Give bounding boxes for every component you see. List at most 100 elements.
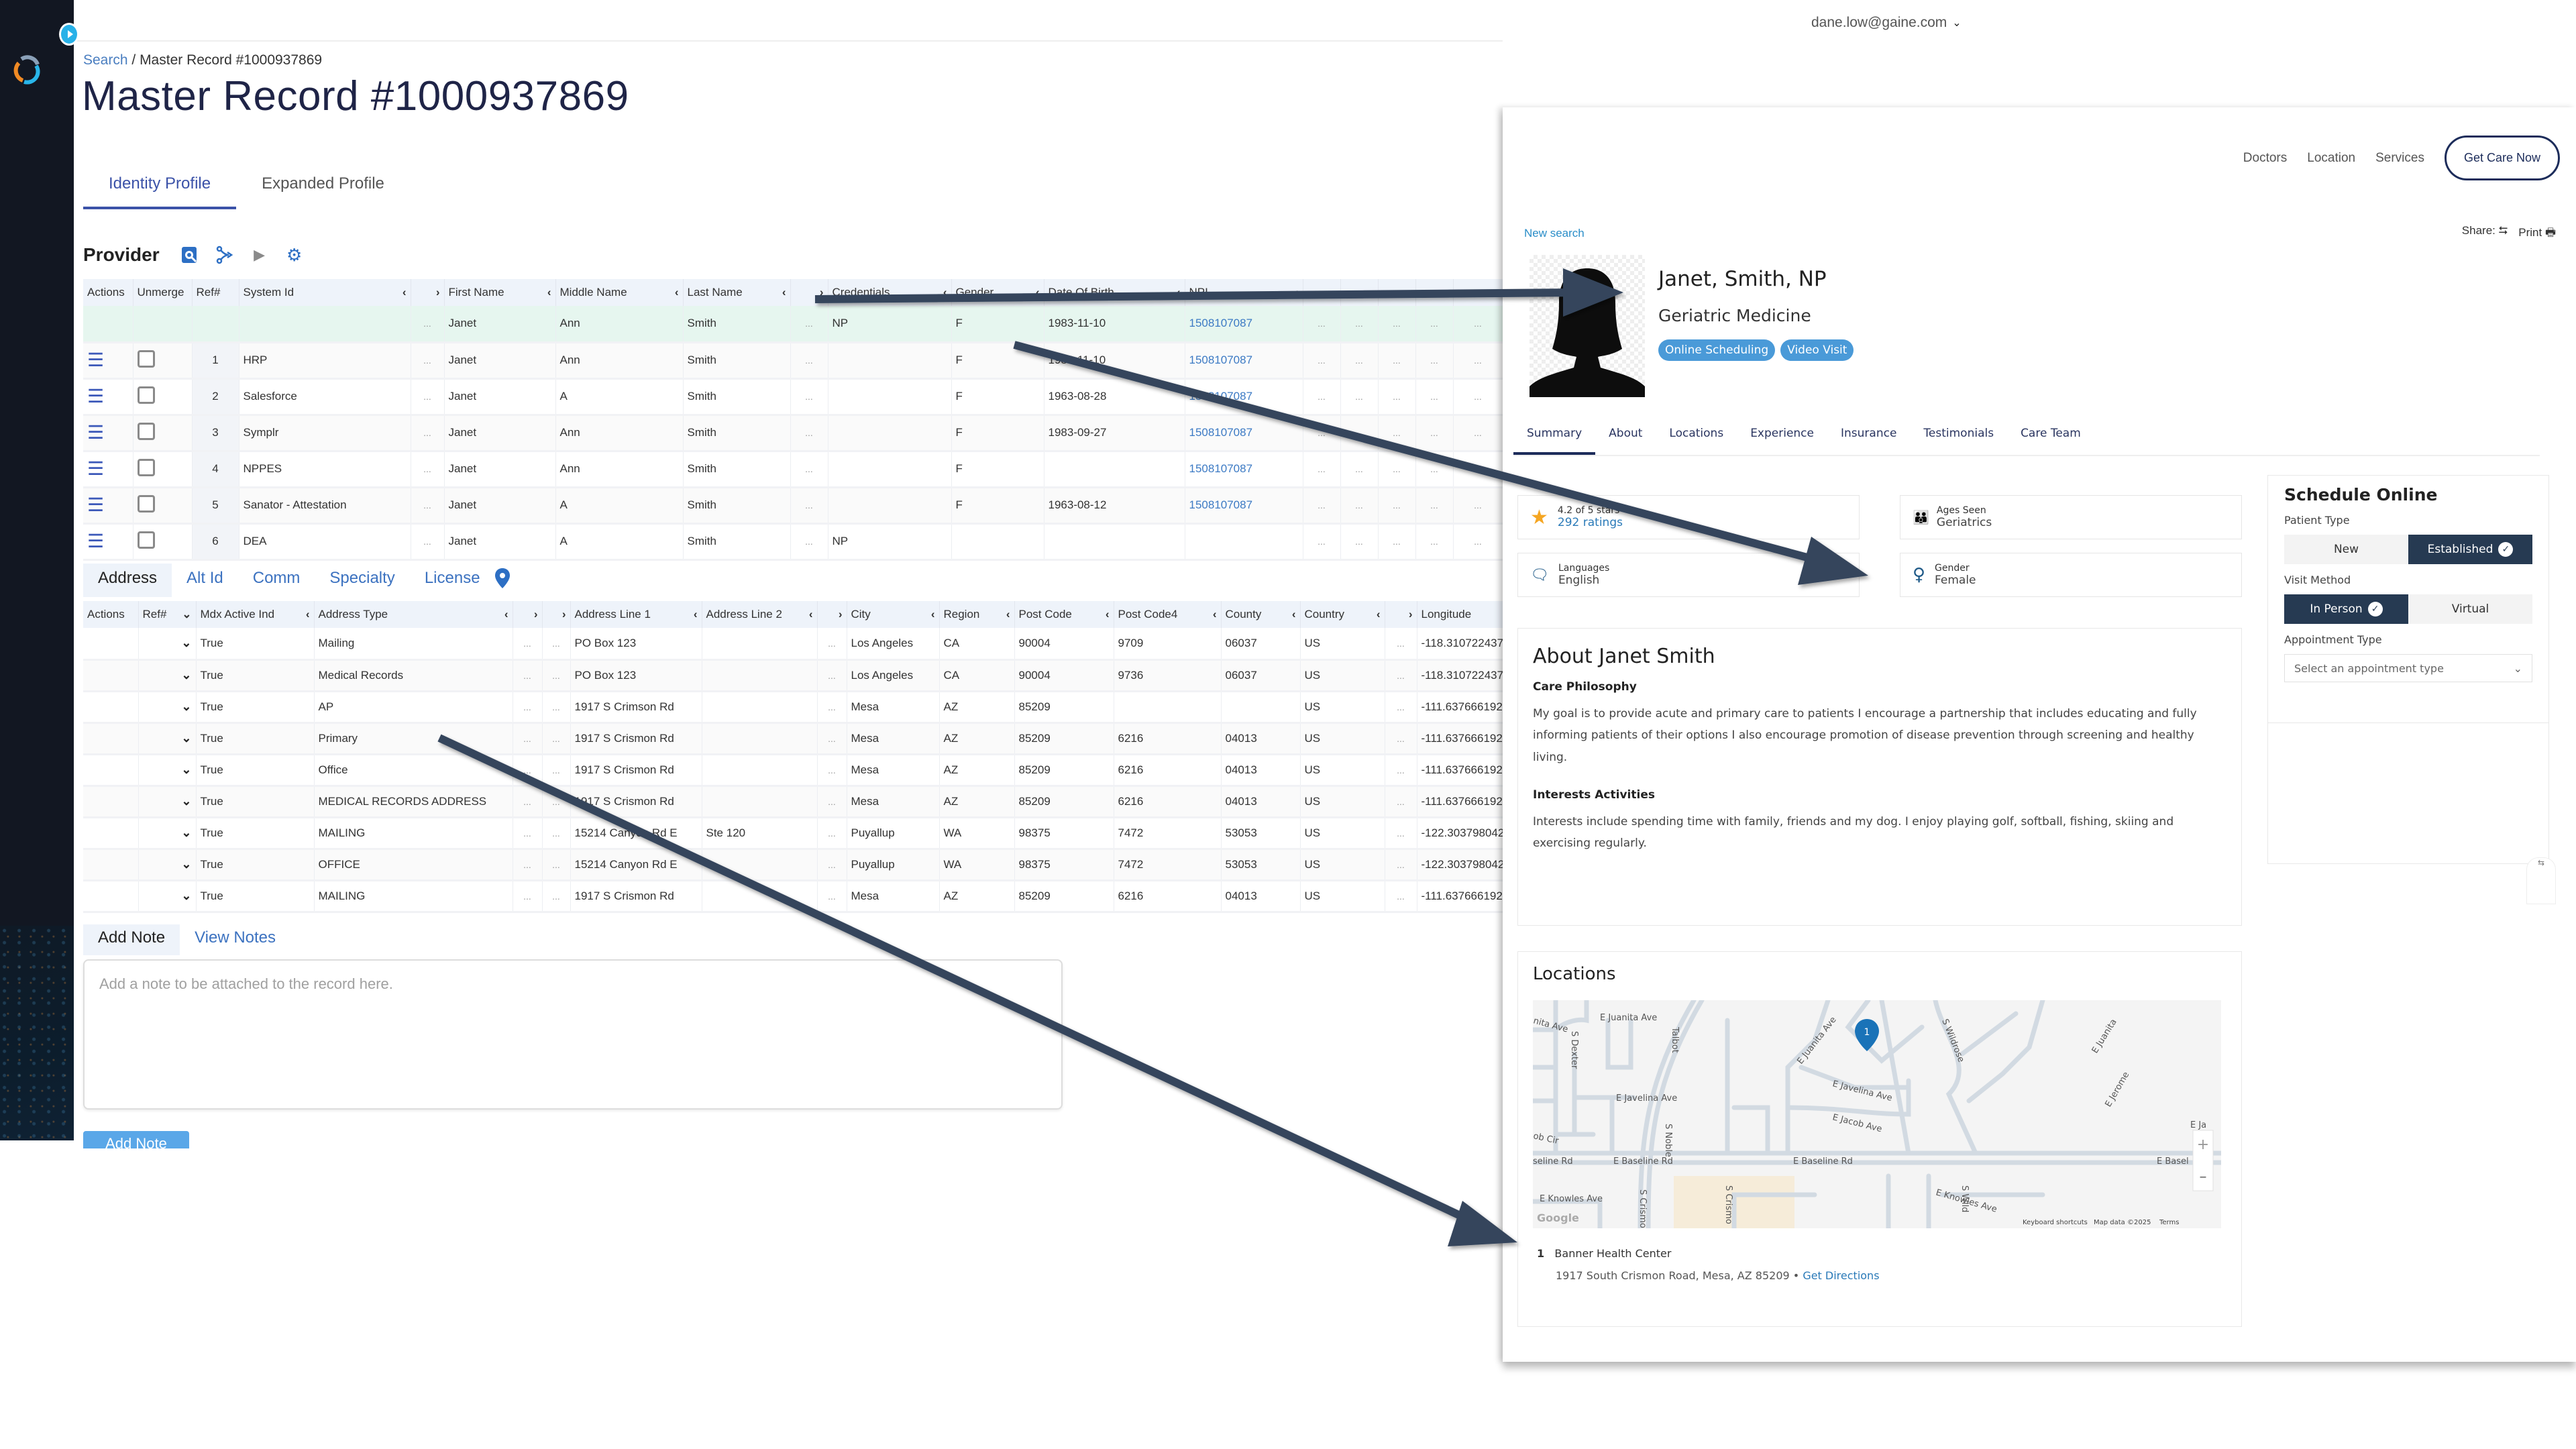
row-expand-toggle[interactable]: ⌄ [138, 786, 197, 818]
ellipsis-button[interactable]: ... [411, 306, 445, 343]
ellipsis-button[interactable]: ... [513, 628, 543, 661]
col-county[interactable]: County ‹ [1221, 601, 1301, 628]
ellipsis-button[interactable]: ... [790, 306, 828, 343]
cell-npi[interactable]: 1508107087 [1185, 378, 1303, 416]
ellipsis-button[interactable]: ... [542, 628, 571, 661]
ellipsis-button[interactable]: ... [513, 754, 543, 787]
collapse-tab[interactable]: ⇆ [2526, 857, 2556, 904]
ellipsis-button[interactable]: ... [817, 817, 847, 850]
ellipsis-button[interactable]: ... [1303, 523, 1341, 561]
map-zoom-controls[interactable]: + – [2192, 1130, 2214, 1191]
ellipsis-button[interactable]: ... [1303, 415, 1341, 452]
col-post-code[interactable]: Post Code ‹ [1014, 601, 1114, 628]
nav-services[interactable]: Services [2375, 151, 2424, 166]
unmerge-checkbox[interactable] [133, 342, 193, 380]
new-search-link[interactable]: New search [1524, 227, 1585, 240]
ellipsis-button[interactable]: ... [1415, 451, 1454, 488]
col-ref[interactable]: Ref# ⌄ [138, 601, 197, 628]
tab-identity-profile[interactable]: Identity Profile [83, 168, 237, 209]
ellipsis-button[interactable]: ... [411, 523, 445, 561]
ellipsis-button[interactable]: ... [1378, 306, 1416, 343]
cell-npi[interactable]: 1508107087 [1185, 487, 1303, 525]
unmerge-checkbox[interactable] [133, 451, 193, 488]
search-record-icon[interactable] [180, 245, 200, 265]
ellipsis-button[interactable]: ... [790, 415, 828, 452]
ellipsis-button[interactable]: ... [817, 786, 847, 818]
ptab-locations[interactable]: Locations [1656, 417, 1737, 455]
ellipsis-button[interactable]: ... [1340, 378, 1379, 416]
ellipsis-button[interactable]: ... [1385, 659, 1417, 692]
col-expand[interactable]: › [790, 279, 828, 306]
row-expand-toggle[interactable]: ⌄ [138, 659, 197, 692]
col-gender[interactable]: Gender ‹ [951, 279, 1044, 306]
ellipsis-button[interactable]: ... [1385, 722, 1417, 755]
col-last-name[interactable]: Last Name ‹ [683, 279, 791, 306]
ellipsis-button[interactable]: ... [1415, 523, 1454, 561]
subtab-specialty[interactable]: Specialty [315, 564, 409, 597]
ellipsis-button[interactable]: ... [1385, 880, 1417, 913]
row-expand-toggle[interactable]: ⌄ [138, 880, 197, 913]
col-credentials[interactable]: Credentials ‹ [828, 279, 952, 306]
ptab-experience[interactable]: Experience [1737, 417, 1827, 455]
ellipsis-button[interactable]: ... [1340, 523, 1379, 561]
ellipsis-button[interactable]: ... [1385, 817, 1417, 850]
map-pin-icon[interactable] [494, 568, 510, 593]
ellipsis-button[interactable]: ... [1303, 378, 1341, 416]
ellipsis-button[interactable]: ... [1453, 306, 1503, 343]
visit-method-virtual[interactable]: Virtual [2408, 594, 2532, 624]
ratings-count-link[interactable]: 292 ratings [1558, 516, 1623, 529]
ellipsis-button[interactable]: ... [1303, 451, 1341, 488]
unmerge-checkbox[interactable] [133, 415, 193, 452]
col-expand[interactable]: › [1378, 279, 1416, 306]
ellipsis-button[interactable]: ... [1378, 415, 1416, 452]
ellipsis-button[interactable]: ... [1415, 306, 1454, 343]
ellipsis-button[interactable]: ... [1385, 849, 1417, 881]
cell-npi[interactable]: 1508107087 [1185, 415, 1303, 452]
note-textarea[interactable] [83, 959, 1063, 1110]
ellipsis-button[interactable]: ... [513, 880, 543, 913]
col-expand[interactable]: › [1303, 279, 1341, 306]
cell-npi[interactable] [1185, 523, 1303, 561]
share-button[interactable]: Share: ⮀ [2462, 224, 2508, 244]
ellipsis-button[interactable]: ... [1378, 451, 1416, 488]
ellipsis-button[interactable]: ... [1415, 378, 1454, 416]
ellipsis-button[interactable]: ... [1378, 378, 1416, 416]
ellipsis-button[interactable]: ... [411, 451, 445, 488]
row-expand-toggle[interactable]: ⌄ [138, 817, 197, 850]
ellipsis-button[interactable]: ... [411, 415, 445, 452]
tab-view-notes[interactable]: View Notes [180, 924, 290, 955]
ellipsis-button[interactable]: ... [1385, 628, 1417, 661]
col-city[interactable]: City ‹ [847, 601, 940, 628]
get-directions-link[interactable]: Get Directions [1803, 1269, 1879, 1282]
ellipsis-button[interactable]: ... [790, 342, 828, 380]
nav-location[interactable]: Location [2307, 151, 2355, 166]
sidebar-expand-button[interactable] [59, 23, 79, 46]
visit-method-in-person[interactable]: In Person ✓ [2284, 594, 2408, 624]
subtab-comm[interactable]: Comm [238, 564, 315, 597]
ellipsis-button[interactable]: ... [1340, 451, 1379, 488]
ellipsis-button[interactable]: ... [542, 880, 571, 913]
subtab-address[interactable]: Address [83, 564, 172, 597]
col-mdx-active[interactable]: Mdx Active Ind ‹ [196, 601, 315, 628]
ellipsis-button[interactable]: ... [513, 786, 543, 818]
tab-add-note[interactable]: Add Note [83, 924, 180, 955]
breadcrumb-search-link[interactable]: Search [83, 52, 128, 68]
col-middle-name[interactable]: Middle Name ‹ [555, 279, 684, 306]
ellipsis-button[interactable]: ... [542, 659, 571, 692]
ellipsis-button[interactable]: ... [1453, 487, 1503, 525]
ellipsis-button[interactable]: ... [817, 691, 847, 724]
col-expand[interactable]: › [513, 601, 543, 628]
ellipsis-button[interactable]: ... [817, 722, 847, 755]
ellipsis-button[interactable]: ... [542, 817, 571, 850]
ptab-summary[interactable]: Summary [1513, 417, 1596, 455]
col-expand[interactable]: › [1453, 279, 1503, 306]
get-care-now-button[interactable]: Get Care Now [2444, 136, 2560, 180]
col-expand[interactable]: › [411, 279, 445, 306]
col-address-type[interactable]: Address Type ‹ [314, 601, 513, 628]
ellipsis-button[interactable]: ... [1303, 306, 1341, 343]
ellipsis-button[interactable]: ... [790, 487, 828, 525]
row-expand-toggle[interactable]: ⌄ [138, 691, 197, 724]
col-npi[interactable]: NPI ‹ [1185, 279, 1303, 306]
cell-npi[interactable]: 1508107087 [1185, 342, 1303, 380]
row-actions-menu-icon[interactable]: ☰ [83, 342, 133, 380]
